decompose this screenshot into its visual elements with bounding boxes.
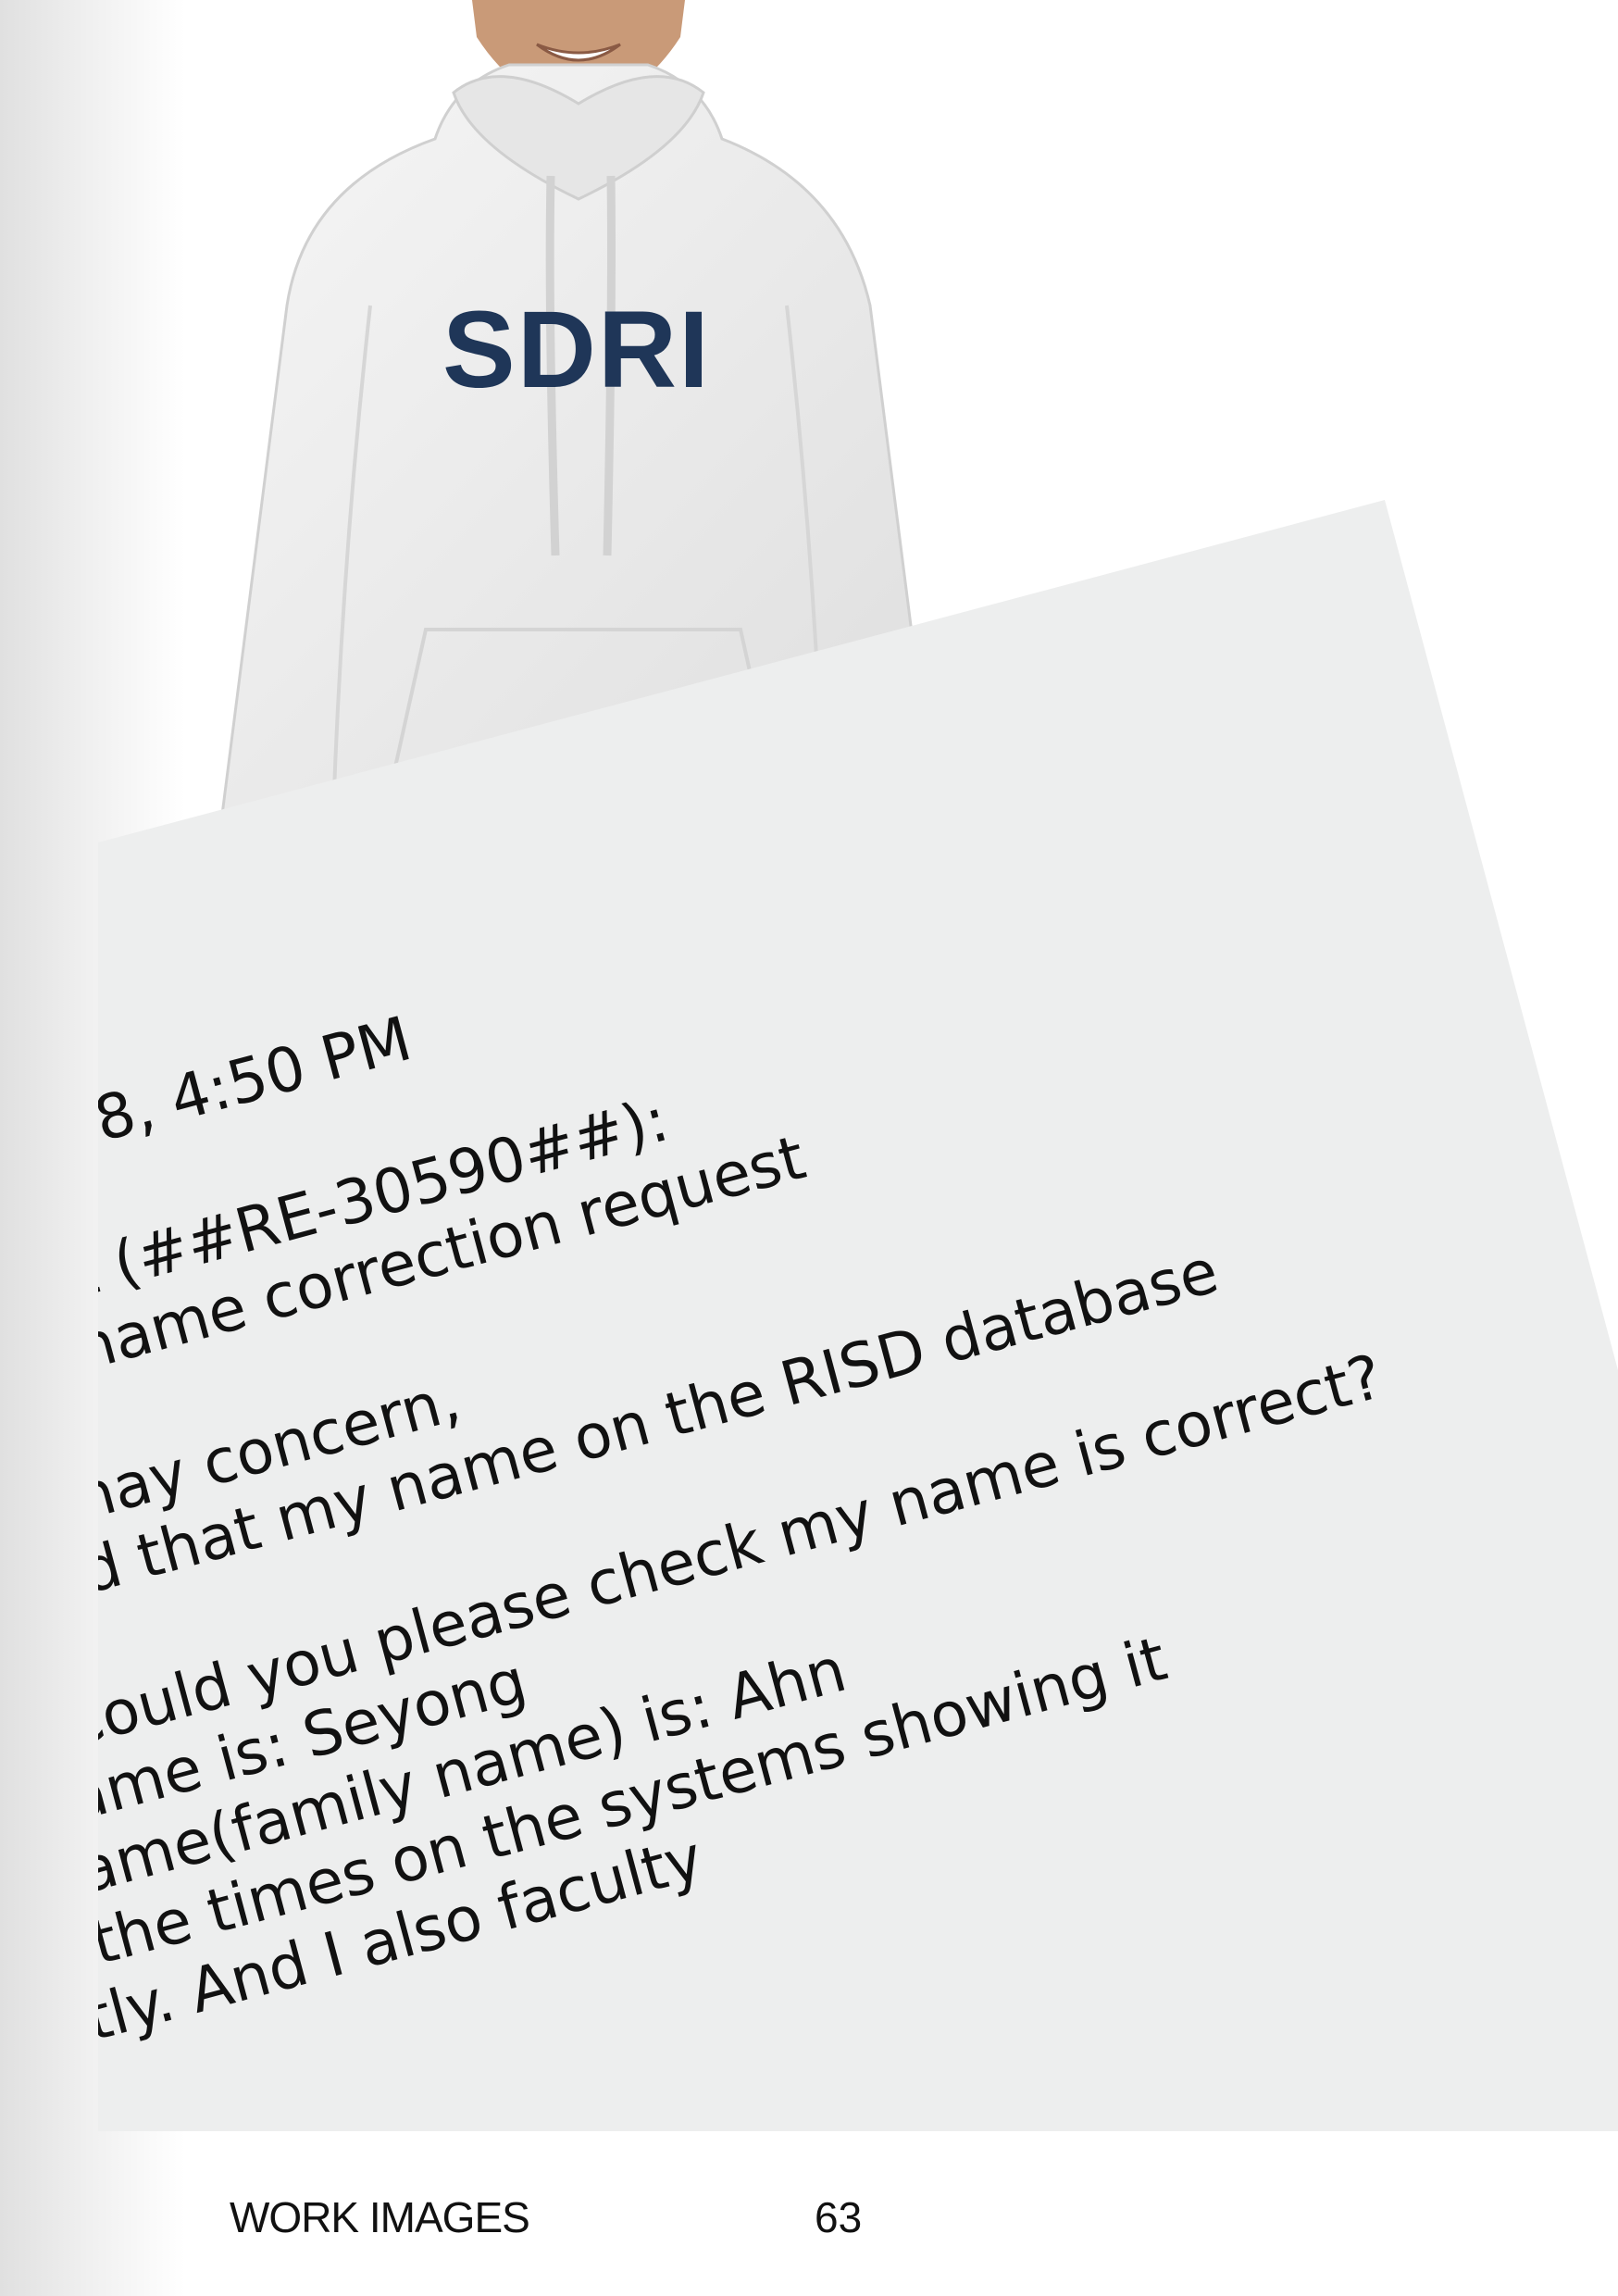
page-footer: WORK IMAGES 63 — [0, 2192, 1618, 2248]
email-text-block: Mon, Oct 8, 2018, 4:50 PM Ticket Request… — [98, 757, 1559, 2119]
section-label: WORK IMAGES — [230, 2193, 530, 2241]
page-number: 63 — [815, 2193, 863, 2241]
hoodie-logo: SDRI — [442, 289, 711, 411]
